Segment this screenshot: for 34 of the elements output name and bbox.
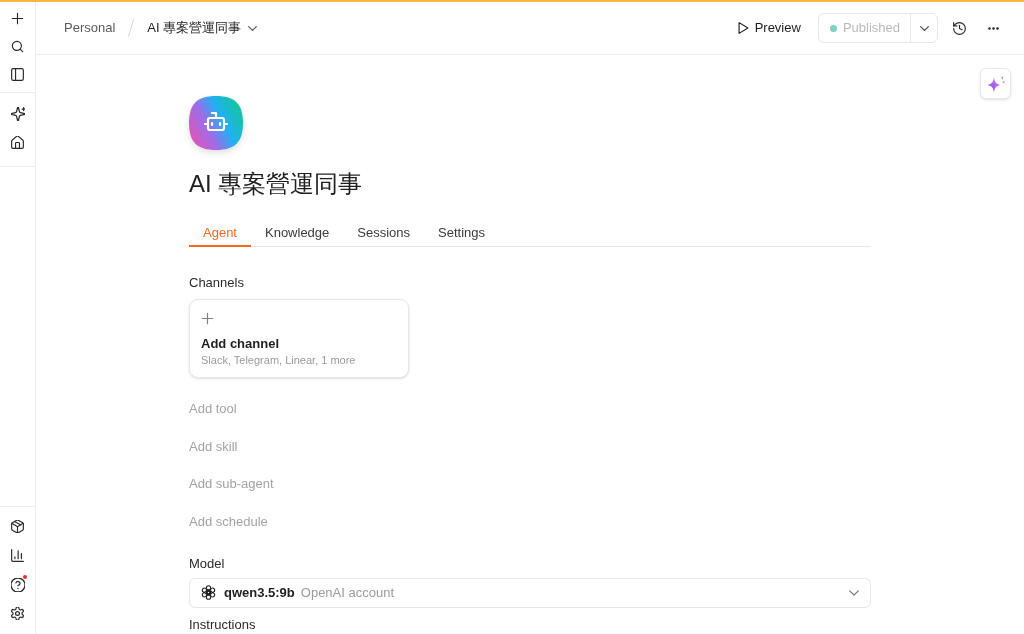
robot-avatar-icon [189,96,243,150]
section-label: Model [189,554,225,573]
panel-icon [11,67,24,81]
status-dot-icon [829,24,837,32]
breadcrumb-link[interactable]: AI 專案營運同事 [147,18,258,38]
play-icon [737,22,749,34]
plus-icon [11,11,24,25]
settings-icon [11,607,24,620]
flower-logo-icon [201,585,216,600]
plus-icon [201,312,214,325]
add-channel-card[interactable]: Add channel Slack, Telegram, Linear, 1 more [189,299,409,378]
preview-button[interactable]: Preview [737,18,801,38]
section-label: Channels [189,274,244,292]
ellipsis-icon [987,26,999,30]
model-select[interactable]: qwen3.5:9b OpenAI account [189,577,871,608]
ai-assist-button[interactable] [980,68,1011,99]
search-icon [11,39,24,53]
tab[interactable]: Knowledge [251,219,344,247]
sparkle-icon [986,74,1005,93]
chevron-down-icon [849,587,859,598]
chevron-down-icon [248,23,258,33]
history-icon [952,21,966,35]
tab[interactable]: Settings [424,219,500,247]
box-icon [11,520,24,533]
sparkles-icon [10,107,25,121]
tab[interactable]: Sessions [343,219,425,247]
home-icon [11,135,24,149]
bar-chart-icon [11,549,24,562]
chevron-down-icon [919,23,929,33]
section-label: Instructions [189,616,256,632]
agent-title: AI 專案營運同事 [189,169,363,199]
breadcrumb-separator [128,19,135,37]
help-icon [10,577,25,592]
breadcrumb-link[interactable]: Personal [64,18,116,38]
